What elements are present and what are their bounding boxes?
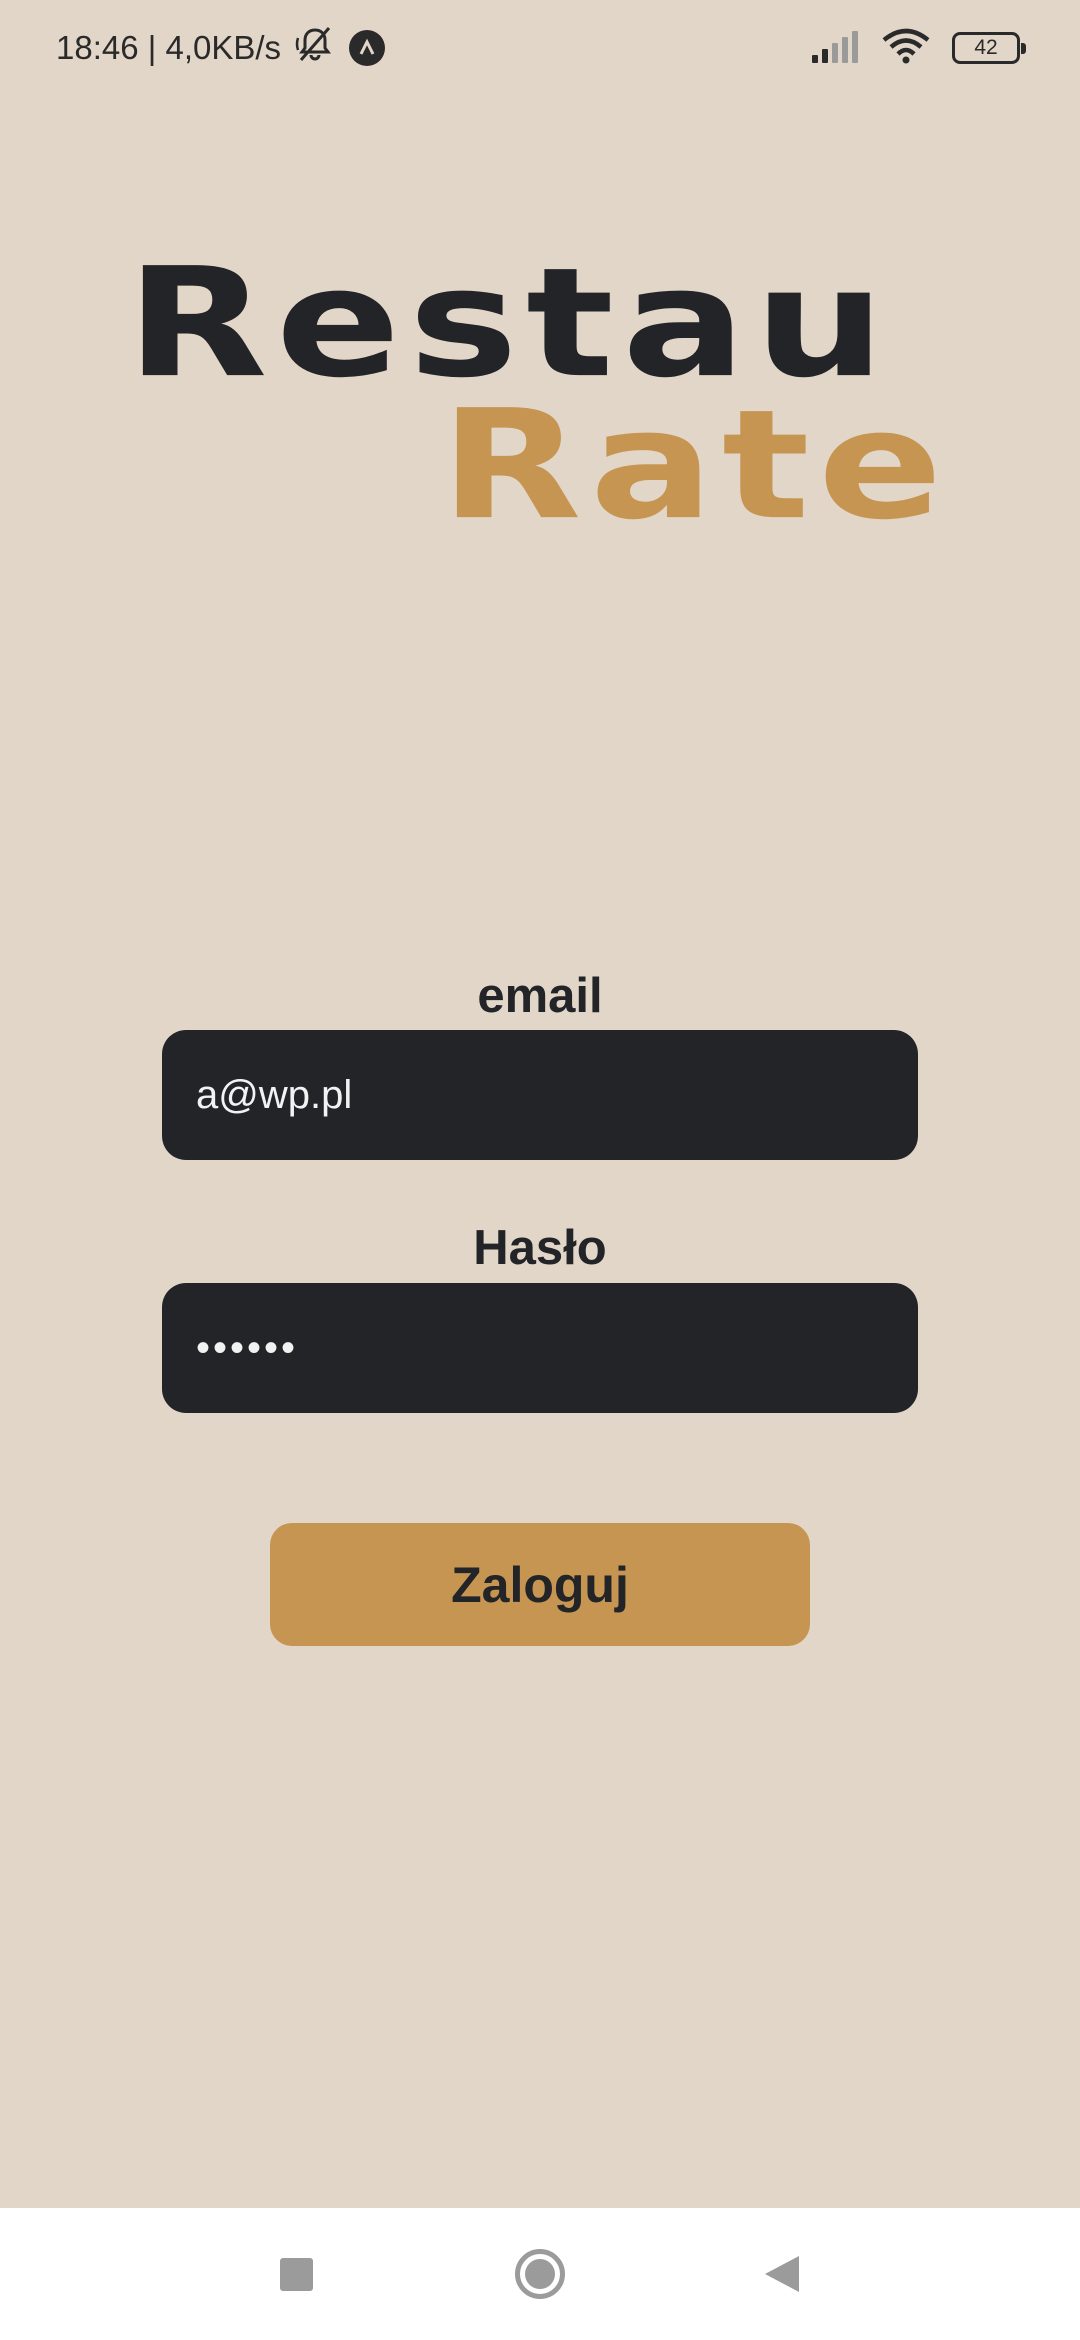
email-value: a@wp.pl [196,1072,353,1117]
logo-rate: Rate [440,377,951,554]
password-label: Hasło [473,1221,607,1275]
navigation-bar [0,2208,1080,2340]
home-icon [515,2249,565,2299]
email-field[interactable]: a@wp.pl [162,1030,918,1160]
login-button-label: Zaloguj [451,1556,629,1613]
email-label: email [477,969,603,1023]
login-screen: 18:46 | 4,0KB/s 42 Restau Rate email a@w… [0,0,1080,2340]
back-button[interactable] [722,2208,842,2340]
back-icon [765,2256,799,2292]
password-value: •••••• [196,1325,299,1370]
home-button[interactable] [480,2208,600,2340]
logo-restau: Restau [126,235,894,412]
recents-icon [279,2257,313,2291]
recents-button[interactable] [236,2208,356,2340]
login-button[interactable]: Zaloguj [270,1523,810,1646]
password-field[interactable]: •••••• [162,1283,918,1413]
app-logo: Restau Rate [0,0,1080,600]
